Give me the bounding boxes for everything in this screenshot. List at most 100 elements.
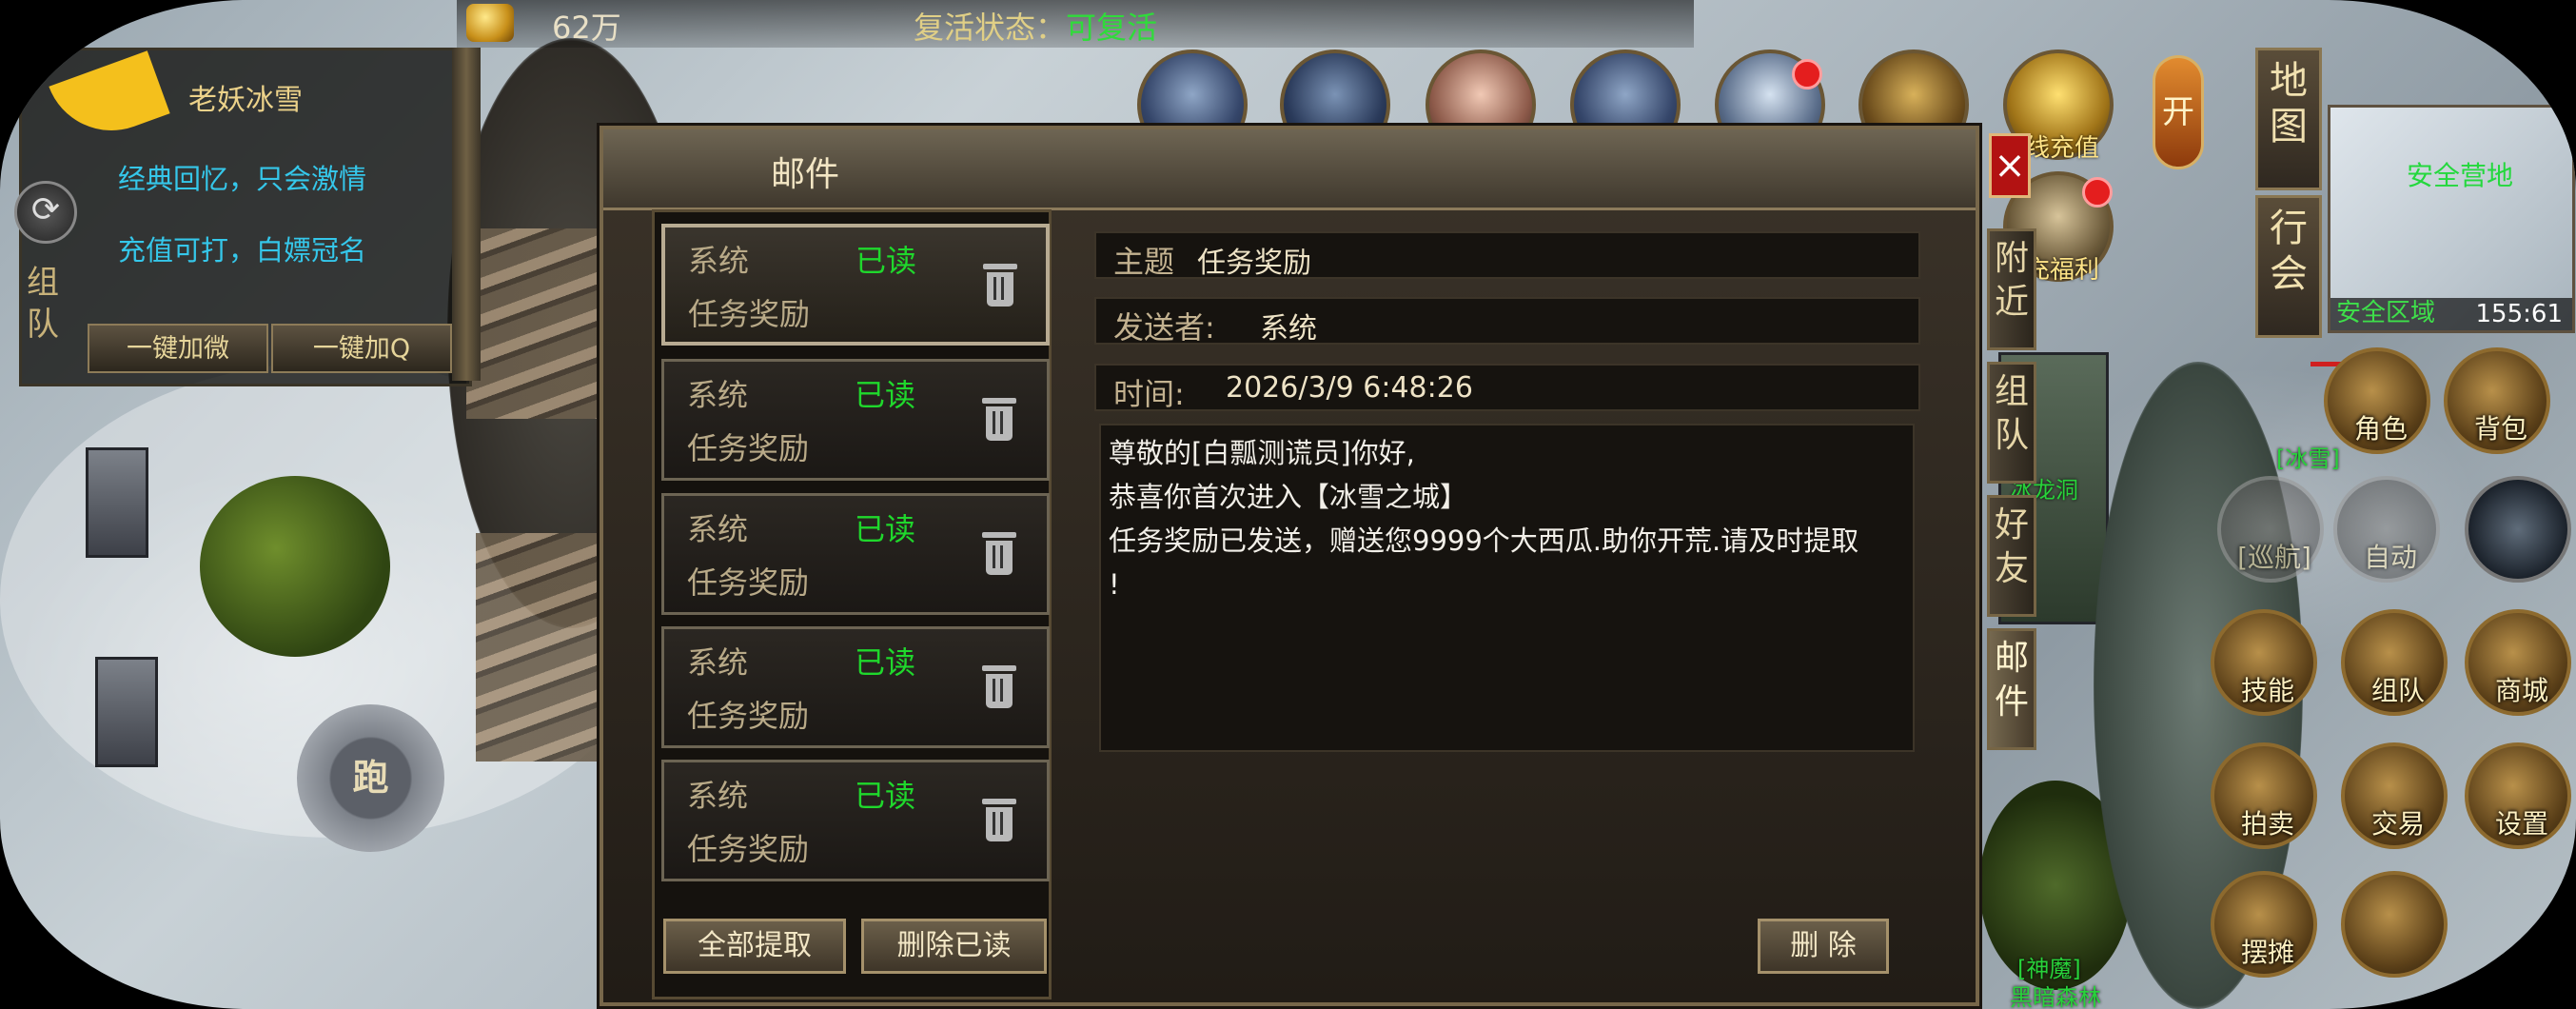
team-label: 组队 <box>2370 675 2425 706</box>
zone-name: 安全区域 <box>2336 299 2436 327</box>
team-tab[interactable]: 组队 <box>19 262 67 346</box>
tab-nearby[interactable]: 附近 <box>1987 228 2036 350</box>
stone-stairs <box>476 533 609 762</box>
tab-friends[interactable]: 好友 <box>1987 495 2036 617</box>
claim-all-button[interactable]: 全部提取 <box>663 919 846 974</box>
tab-team[interactable]: 组队 <box>1987 362 2036 484</box>
delete-read-button[interactable]: 删除已读 <box>861 919 1047 974</box>
role-button[interactable]: 角色 <box>2324 347 2430 454</box>
mail-subject: 任务奖励 <box>687 831 810 867</box>
revive-status: 复活状态：可复活 <box>914 4 1157 48</box>
minimap[interactable]: 安全营地 安全区域 155:61 <box>2328 105 2575 333</box>
guild-tab-label: 行会 <box>2270 207 2308 296</box>
settings-label: 设置 <box>2494 808 2548 840</box>
map-label-dark-forest: 黑暗森林 <box>2010 984 2101 1009</box>
game-viewport: 62万 复活状态：可复活 老妖冰雪 经典回忆，只会激情 充值可打，白嫖冠名 ⟳ … <box>0 0 2576 1009</box>
add-qq-button[interactable]: 一键加Q <box>271 324 452 373</box>
delete-button[interactable]: 删 除 <box>1758 919 1889 974</box>
mail-sender: 系统 <box>687 511 749 547</box>
auction-button[interactable]: 拍卖 <box>2211 742 2317 849</box>
mail-list-item[interactable]: 系统 已读 任务奖励 <box>661 224 1050 346</box>
sender-value: 系统 <box>1260 312 1317 346</box>
trade-button[interactable]: 交易 <box>2341 742 2448 849</box>
cruise-button[interactable]: [巡航] <box>2217 476 2324 583</box>
bag-label: 背包 <box>2473 413 2527 445</box>
mail-sender: 系统 <box>687 377 749 413</box>
auto-button[interactable]: 自动 <box>2333 476 2440 583</box>
team-button[interactable]: 组队 <box>2341 609 2448 716</box>
trash-icon[interactable] <box>980 799 1018 844</box>
team-tab-label: 组队 <box>27 264 59 344</box>
mail-status: 已读 <box>855 243 917 279</box>
settings-button[interactable]: 设置 <box>2465 742 2571 849</box>
trade-label: 交易 <box>2370 808 2425 840</box>
mail-subject: 任务奖励 <box>688 296 811 332</box>
mail-list-item[interactable]: 系统 已读 任务奖励 <box>661 626 1050 748</box>
expand-toggle-button[interactable]: 开 <box>2153 55 2204 169</box>
gold-amount: 62万 <box>552 10 621 46</box>
guild-tab[interactable]: 行会 <box>2255 195 2322 338</box>
bag-button[interactable]: 背包 <box>2444 347 2550 454</box>
mail-body: 尊敬的[白瓢测谎员]你好, 恭喜你首次进入【冰雪之城】 任务奖励已发送，赠送您9… <box>1099 424 1915 752</box>
sender-label: 发送者: <box>1113 309 1215 346</box>
auction-label: 拍卖 <box>2240 808 2294 840</box>
coordinates: 155:61 <box>2475 300 2563 328</box>
tab-friends-label: 好友 <box>1994 505 2029 588</box>
stone-pillar <box>95 657 158 767</box>
shop-label: 商城 <box>2494 675 2548 706</box>
mail-sender: 系统 <box>687 778 749 814</box>
joystick[interactable]: 跑 <box>297 704 444 852</box>
mail-body-line: ! <box>1109 568 1120 601</box>
mail-list-item[interactable]: 系统 已读 任务奖励 <box>661 359 1050 481</box>
skill-button[interactable]: 技能 <box>2211 609 2317 716</box>
add-wechat-button[interactable]: 一键加微 <box>88 324 268 373</box>
motto-line-2: 充值可打，白嫖冠名 <box>118 234 367 267</box>
notification-dot-icon <box>2082 177 2113 208</box>
mail-sender: 系统 <box>688 243 750 279</box>
attack-button[interactable] <box>2465 476 2571 583</box>
trash-icon[interactable] <box>981 264 1019 309</box>
motto-line-1: 经典回忆，只会激情 <box>118 163 367 195</box>
sender-field: 发送者: 系统 <box>1094 297 1920 346</box>
swap-icon[interactable]: ⟳ <box>14 181 77 244</box>
trash-icon[interactable] <box>980 532 1018 578</box>
shop-button[interactable]: 商城 <box>2465 609 2571 716</box>
player-name: 老妖冰雪 <box>188 84 303 117</box>
time-value: 2026/3/9 6:48:26 <box>1226 371 1473 405</box>
gold-ingot-icon <box>466 4 514 42</box>
tab-mail-label: 邮件 <box>1994 639 2029 722</box>
mail-body-line: 尊敬的[白瓢测谎员]你好, <box>1109 437 1415 469</box>
mail-list-item[interactable]: 系统 已读 任务奖励 <box>661 760 1050 881</box>
time-field: 时间: 2026/3/9 6:48:26 <box>1094 364 1920 412</box>
map-tab[interactable]: 地图 <box>2255 48 2322 190</box>
revive-label: 复活状态： <box>914 10 1067 46</box>
subject-field: 主题 任务奖励 <box>1094 231 1920 280</box>
mail-status: 已读 <box>855 377 916 413</box>
mail-subject: 任务奖励 <box>687 564 810 601</box>
close-button[interactable]: × <box>1989 133 2031 198</box>
mail-status: 已读 <box>855 511 916 547</box>
mail-body-line: 任务奖励已发送，赠送您9999个大西瓜.助你开荒.请及时提取 <box>1109 524 1859 557</box>
tab-nearby-label: 附近 <box>1994 239 2029 322</box>
palm-tree <box>200 476 390 657</box>
trash-icon[interactable] <box>980 665 1018 711</box>
run-label: 跑 <box>352 757 389 799</box>
tab-mail[interactable]: 邮件 <box>1987 628 2036 750</box>
subject-label: 主题 <box>1113 244 1175 280</box>
mail-sender: 系统 <box>687 644 749 681</box>
trash-icon[interactable] <box>980 398 1018 444</box>
cards-button[interactable] <box>2341 871 2448 978</box>
mail-status: 已读 <box>855 778 916 814</box>
mail-subject: 任务奖励 <box>687 698 810 734</box>
auto-label: 自动 <box>2363 542 2417 573</box>
mail-status: 已读 <box>855 644 916 681</box>
stall-button[interactable]: 摆摊 <box>2211 871 2317 978</box>
panel-collapse-handle[interactable] <box>452 48 481 381</box>
notification-dot-icon <box>1792 59 1822 89</box>
stall-label: 摆摊 <box>2240 937 2294 968</box>
mail-title: 邮件 <box>771 155 840 194</box>
map-tab-label: 地图 <box>2270 59 2308 148</box>
mail-list-item[interactable]: 系统 已读 任务奖励 <box>661 493 1050 615</box>
mail-title-bar: 邮件 <box>603 129 1976 210</box>
revive-value: 可复活 <box>1066 10 1158 46</box>
